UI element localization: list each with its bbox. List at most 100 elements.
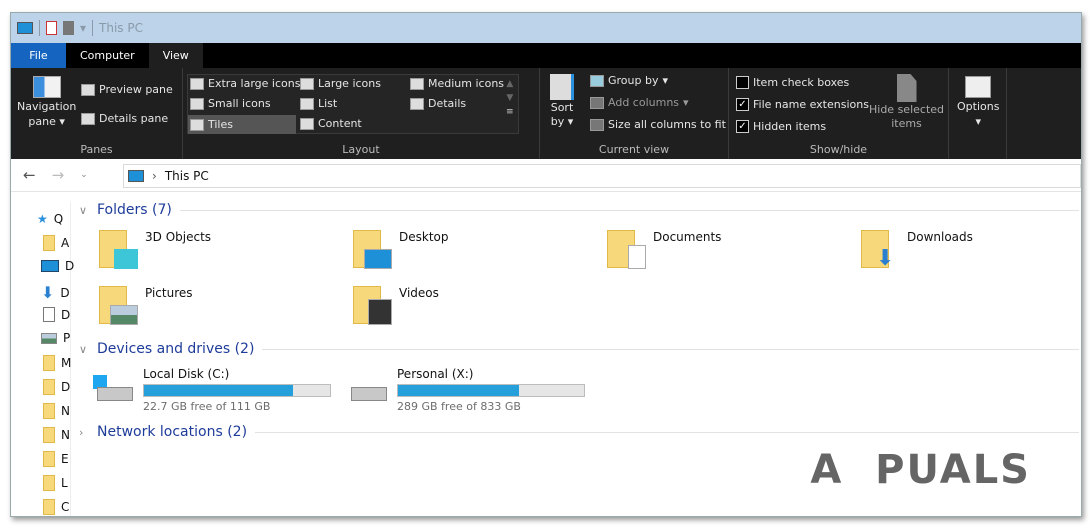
layout-list[interactable]: List bbox=[300, 97, 337, 110]
scroll-down-icon[interactable]: ▼ bbox=[506, 93, 513, 103]
layout-medium-icons[interactable]: Medium icons bbox=[410, 77, 504, 90]
folder-label: Videos bbox=[399, 286, 439, 300]
layout-tiles[interactable]: Tiles bbox=[188, 115, 296, 134]
forward-button[interactable]: → bbox=[52, 166, 65, 184]
show-hide-group-label: Show/hide bbox=[809, 143, 868, 156]
sidebar-item[interactable]: P bbox=[41, 331, 70, 345]
hidden-items-label: Hidden items bbox=[753, 120, 827, 133]
extra-large-icons-icon bbox=[190, 77, 204, 90]
layout-small-icons[interactable]: Small icons bbox=[190, 97, 271, 110]
navigation-pane-icon bbox=[32, 76, 61, 98]
drive-icon bbox=[345, 367, 387, 401]
sidebar-item[interactable]: D bbox=[41, 259, 74, 273]
section-devices[interactable]: ∨ Devices and drives (2) bbox=[79, 341, 1079, 357]
sort-by-button[interactable]: Sort by ▾ bbox=[550, 74, 574, 128]
pictures-icon bbox=[41, 332, 57, 344]
gallery-scroll[interactable]: ▲ ▼ ≡ bbox=[506, 79, 514, 117]
layout-content[interactable]: Content bbox=[300, 117, 362, 130]
drive-usage-bar bbox=[143, 384, 331, 397]
folder-desktop[interactable]: Desktop bbox=[353, 230, 449, 269]
item-check-boxes-toggle[interactable]: Item check boxes bbox=[736, 76, 849, 89]
tab-file[interactable]: File bbox=[11, 43, 66, 68]
options-group: Options ▾ bbox=[949, 68, 1007, 159]
drive-info: Personal (X:) 289 GB free of 833 GB bbox=[397, 367, 585, 413]
file-name-extensions-checkbox[interactable]: ✓ bbox=[736, 98, 749, 111]
item-check-boxes-checkbox[interactable] bbox=[736, 76, 749, 89]
layout-large-icons[interactable]: Large icons bbox=[300, 77, 381, 90]
drive-c[interactable]: Local Disk (C:) 22.7 GB free of 111 GB bbox=[91, 367, 331, 413]
preview-pane-button[interactable]: Preview pane bbox=[81, 83, 173, 96]
breadcrumb-this-pc[interactable]: This PC bbox=[165, 169, 209, 183]
section-title: Folders (7) bbox=[97, 202, 172, 218]
layout-details[interactable]: Details bbox=[410, 97, 466, 110]
folder-icon bbox=[43, 235, 55, 251]
sort-label2-text: by bbox=[550, 115, 565, 128]
drive-name: Personal (X:) bbox=[397, 367, 474, 381]
sort-label2: by ▾ bbox=[550, 115, 574, 128]
layout-gallery: Extra large icons Large icons Medium ico… bbox=[187, 74, 519, 134]
chevron-right-icon[interactable]: › bbox=[79, 426, 89, 439]
sidebar-item-label: E bbox=[61, 452, 69, 466]
back-button[interactable]: ← bbox=[23, 166, 36, 184]
folder-icon bbox=[99, 230, 138, 269]
folder-3d-objects[interactable]: 3D Objects bbox=[99, 230, 211, 269]
navigation-pane-label2-text: pane bbox=[28, 115, 56, 128]
sidebar-item[interactable]: ⬇ D bbox=[41, 283, 70, 302]
current-view-group: Sort by ▾ Group by ▾ Add columns ▾ Size … bbox=[540, 68, 729, 159]
layout-extra-large-icons[interactable]: Extra large icons bbox=[190, 77, 300, 90]
navigation-pane: ★ Q A D ⬇ D D P M D N N E L C bbox=[11, 202, 74, 516]
scroll-up-icon[interactable]: ▲ bbox=[506, 79, 513, 89]
drive-x[interactable]: Personal (X:) 289 GB free of 833 GB bbox=[345, 367, 585, 413]
folder-icon: ⬇ bbox=[861, 230, 894, 270]
chevron-down-icon[interactable]: ∨ bbox=[79, 343, 89, 356]
sidebar-item[interactable]: D bbox=[43, 379, 70, 395]
options-button[interactable]: Options ▾ bbox=[957, 76, 999, 128]
add-columns-icon bbox=[590, 96, 604, 109]
show-hide-group: Item check boxes ✓ File name extensions ✓… bbox=[729, 68, 949, 159]
section-folders[interactable]: ∨ Folders (7) bbox=[79, 202, 1079, 218]
tab-computer[interactable]: Computer bbox=[66, 43, 149, 68]
size-columns-button[interactable]: Size all columns to fit bbox=[590, 118, 726, 131]
chevron-down-icon[interactable]: ∨ bbox=[79, 204, 89, 217]
group-by-button[interactable]: Group by ▾ bbox=[590, 74, 668, 87]
add-columns-button[interactable]: Add columns ▾ bbox=[590, 96, 689, 109]
sidebar-item[interactable]: N bbox=[43, 403, 70, 419]
folder-icon bbox=[99, 286, 138, 325]
drive-usage-fill bbox=[398, 385, 519, 396]
sidebar-item[interactable]: L bbox=[43, 475, 68, 491]
sidebar-item[interactable]: N bbox=[43, 427, 70, 443]
hide-selected-icon bbox=[896, 74, 917, 102]
hide-selected-items-button[interactable]: Hide selected items bbox=[869, 74, 944, 130]
title-bar: ▾ This PC bbox=[11, 13, 1081, 43]
desktop-icon bbox=[364, 249, 392, 269]
small-icons-icon bbox=[190, 97, 204, 110]
sidebar-item[interactable]: M bbox=[43, 355, 71, 371]
divider bbox=[255, 431, 1079, 433]
this-pc-icon bbox=[128, 170, 144, 182]
hidden-items-toggle[interactable]: ✓ Hidden items bbox=[736, 120, 826, 133]
navigation-pane-button[interactable]: Navigation pane ▾ bbox=[17, 76, 76, 128]
sidebar-item[interactable]: D bbox=[43, 307, 70, 322]
folder-documents[interactable]: Documents bbox=[607, 230, 721, 269]
new-folder-icon[interactable] bbox=[63, 21, 74, 35]
folder-videos[interactable]: Videos bbox=[353, 286, 439, 325]
sidebar-item[interactable]: A bbox=[43, 235, 69, 251]
hidden-items-checkbox[interactable]: ✓ bbox=[736, 120, 749, 133]
sidebar-item[interactable]: E bbox=[43, 451, 69, 467]
folder-pictures[interactable]: Pictures bbox=[99, 286, 193, 325]
tab-view[interactable]: View bbox=[148, 43, 203, 68]
file-name-extensions-label: File name extensions bbox=[753, 98, 869, 111]
folder-downloads[interactable]: ⬇ Downloads bbox=[861, 230, 973, 270]
properties-icon[interactable] bbox=[46, 21, 57, 35]
address-bar[interactable]: › This PC bbox=[123, 164, 1081, 188]
gallery-more-icon[interactable]: ≡ bbox=[506, 107, 514, 117]
details-pane-button[interactable]: Details pane bbox=[81, 112, 168, 125]
recent-locations-button[interactable]: ⌄ bbox=[80, 170, 88, 180]
customize-toolbar-icon[interactable]: ▾ bbox=[80, 21, 86, 35]
ribbon: Navigation pane ▾ Preview pane Details p… bbox=[11, 68, 1081, 159]
sidebar-item[interactable]: C bbox=[43, 499, 69, 515]
section-network[interactable]: › Network locations (2) bbox=[79, 424, 1079, 440]
file-name-extensions-toggle[interactable]: ✓ File name extensions bbox=[736, 98, 869, 111]
sidebar-item-quick-access[interactable]: ★ Q bbox=[37, 212, 63, 226]
folder-icon bbox=[43, 355, 55, 371]
